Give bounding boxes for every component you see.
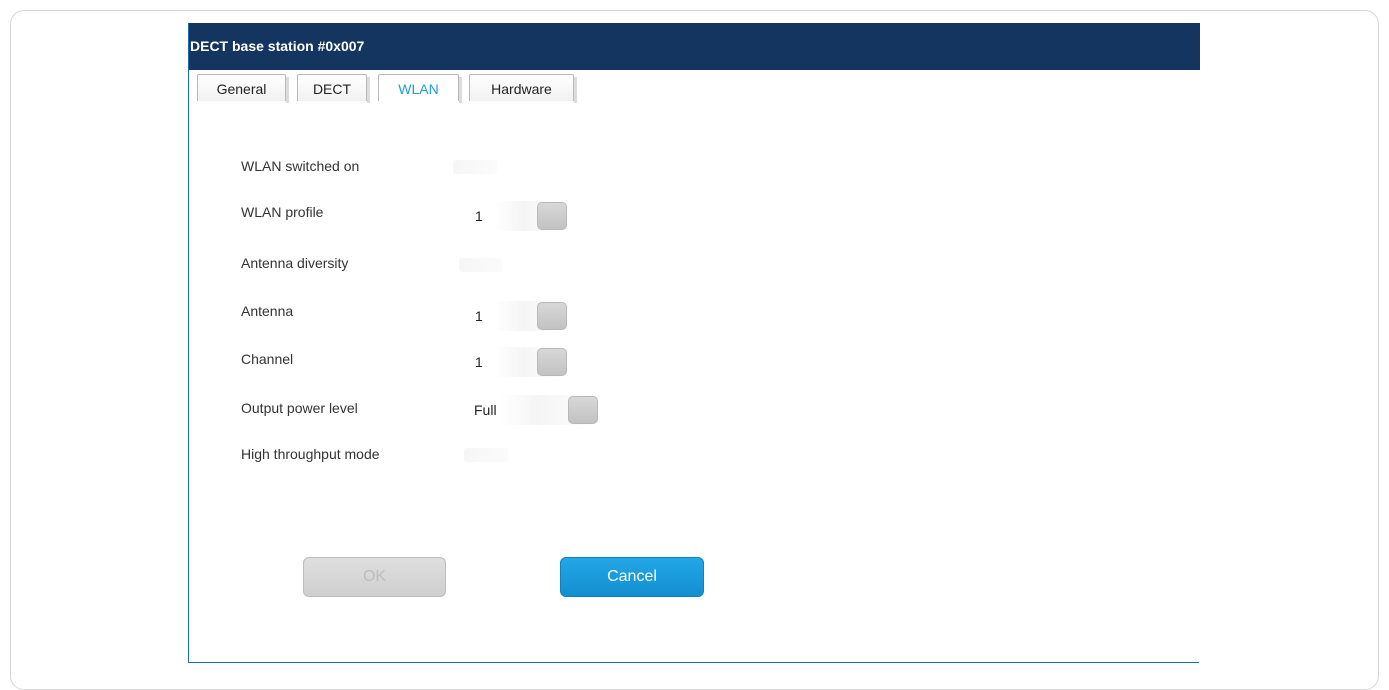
dropdown-button-icon[interactable] (537, 348, 567, 376)
tab-bar: General DECT WLAN Hardware (189, 70, 1200, 126)
channel-label: Channel (241, 351, 294, 367)
antenna-select[interactable]: 1 (475, 301, 571, 331)
output-power-level-label: Output power level (241, 400, 358, 416)
antenna-diversity-label: Antenna diversity (241, 255, 349, 271)
wlan-profile-label: WLAN profile (241, 204, 324, 220)
antenna-label: Antenna (241, 303, 294, 319)
tab-wlan[interactable]: WLAN (378, 74, 462, 103)
dialog-window: DECT base station #0x007 General DECT WL… (188, 23, 1200, 663)
tab-general[interactable]: General (197, 74, 289, 103)
wlan-switched-on-label: WLAN switched on (241, 158, 360, 174)
dialog-title: DECT base station #0x007 (189, 23, 1200, 70)
output-power-level-value: Full (474, 402, 497, 418)
dropdown-button-icon[interactable] (568, 396, 598, 424)
wlan-profile-select[interactable]: 1 (475, 201, 571, 231)
antenna-diversity-checkbox[interactable] (459, 258, 503, 272)
dropdown-button-icon[interactable] (537, 202, 567, 230)
dropdown-button-icon[interactable] (537, 302, 567, 330)
high-throughput-mode-checkbox[interactable] (464, 448, 508, 462)
output-power-level-select[interactable]: Full (474, 395, 602, 425)
wlan-profile-value: 1 (475, 208, 483, 224)
tab-hardware[interactable]: Hardware (469, 74, 577, 103)
channel-value: 1 (475, 354, 483, 370)
ok-button[interactable]: OK (303, 557, 446, 597)
channel-select[interactable]: 1 (475, 347, 571, 377)
tab-dect[interactable]: DECT (297, 74, 370, 103)
high-throughput-mode-label: High throughput mode (241, 446, 380, 462)
cancel-button[interactable]: Cancel (560, 557, 704, 597)
antenna-value: 1 (475, 308, 483, 324)
wlan-switched-on-checkbox[interactable] (453, 160, 497, 174)
